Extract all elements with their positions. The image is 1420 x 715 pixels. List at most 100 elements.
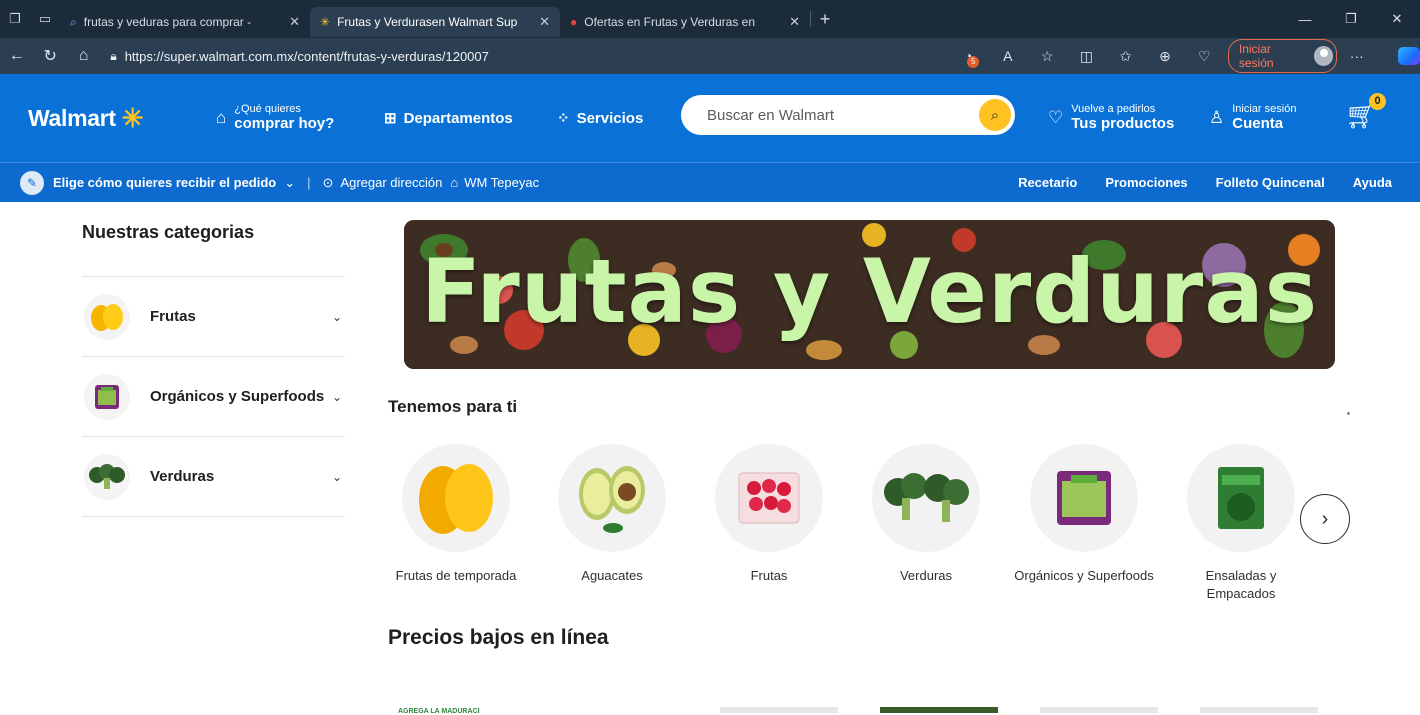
product-card-peek[interactable] xyxy=(880,707,998,713)
shop-home-link[interactable]: ⌂ ¿Qué quieres comprar hoy? xyxy=(216,103,334,133)
tab-walmart-frutas[interactable]: ✳ Frutas y Verdurasen Walmart Sup ✕ xyxy=(310,7,560,37)
shop-big-text: comprar hoy? xyxy=(234,115,335,132)
copilot-icon[interactable] xyxy=(1398,47,1420,65)
back-icon[interactable]: ← xyxy=(0,47,33,65)
divider: | xyxy=(307,175,311,190)
organic-salad-thumbnail xyxy=(84,373,130,420)
product-card-peek[interactable] xyxy=(1200,707,1318,713)
organic-salad-image xyxy=(1030,444,1138,552)
sidebar-title: Nuestras categorias xyxy=(82,222,345,277)
restore-icon[interactable]: ❐ xyxy=(1328,0,1374,38)
ayuda-link[interactable]: Ayuda xyxy=(1353,175,1392,190)
close-icon[interactable]: ✕ xyxy=(289,14,300,30)
read-aloud-icon[interactable]: A xyxy=(988,48,1027,64)
walmart-logo[interactable]: Walmart ✳ xyxy=(28,103,144,133)
add-address-link[interactable]: Agregar dirección xyxy=(340,175,442,190)
spark-icon: ✳ xyxy=(121,103,144,133)
tab-label: Ofertas en Frutas y Verduras en xyxy=(584,15,755,29)
account-big-text: Cuenta xyxy=(1232,115,1284,132)
home-icon[interactable]: ⌂ xyxy=(67,47,100,65)
product-card-peek[interactable] xyxy=(720,707,838,713)
sidebar-item-label: Orgánicos y Superfoods xyxy=(150,388,325,405)
account-link[interactable]: ♙ Iniciar sesión Cuenta xyxy=(1209,103,1296,133)
sidebar-item-organicos[interactable]: Orgánicos y Superfoods ⌄ xyxy=(82,357,345,437)
close-icon[interactable]: ✕ xyxy=(539,14,550,30)
carousel-item-frutas[interactable]: Frutas xyxy=(699,444,839,585)
chevron-down-icon[interactable]: ⌄ xyxy=(332,390,342,404)
extension-icon[interactable]: ◔ 5 xyxy=(949,48,988,68)
browser-address-bar: ← ↻ ⌂ 🔒︎ https://super.walmart.com.mx/co… xyxy=(0,38,1420,74)
favorite-star-icon[interactable]: ☆ xyxy=(1027,48,1066,65)
window-close-icon[interactable]: ✕ xyxy=(1374,0,1420,38)
chevron-down-icon[interactable]: ⌄ xyxy=(284,175,295,191)
new-tab-button[interactable]: + xyxy=(811,9,839,30)
sidebar-item-frutas[interactable]: Frutas ⌄ xyxy=(82,277,345,357)
departments-label: Departamentos xyxy=(403,109,513,127)
tab-search-results[interactable]: ⌕ frutas y veduras para comprar - ✕ xyxy=(60,7,310,37)
banner-title: Frutas y Verduras xyxy=(420,240,1319,343)
favorites-list-icon[interactable]: ✩ xyxy=(1106,48,1145,65)
raspberries-image xyxy=(715,444,823,552)
refresh-icon[interactable]: ↻ xyxy=(33,46,66,66)
carousel-item-organicos[interactable]: Orgánicos y Superfoods xyxy=(1014,444,1154,585)
promociones-link[interactable]: Promociones xyxy=(1105,175,1187,190)
cart-button[interactable]: 🛒︎ 0 xyxy=(1345,93,1386,131)
search-button[interactable]: ⌕ xyxy=(979,99,1011,131)
mango-image xyxy=(402,444,510,552)
tab-label: Frutas y Verdurasen Walmart Sup xyxy=(337,15,518,29)
carousel-item-label: Frutas xyxy=(750,568,788,583)
collections-icon[interactable]: ⊕ xyxy=(1145,48,1184,65)
more-options-icon[interactable]: ··· xyxy=(1337,48,1376,64)
split-screen-icon[interactable]: ◫ xyxy=(1067,48,1106,65)
delivery-selector[interactable]: Elige cómo quieres recibir el pedido xyxy=(53,175,276,190)
tab-actions-icon[interactable]: ▭ xyxy=(30,0,60,38)
chevron-right-icon: › xyxy=(1321,507,1329,530)
chevron-down-icon[interactable]: ⌄ xyxy=(332,310,342,324)
folleto-link[interactable]: Folleto Quincenal xyxy=(1216,175,1325,190)
hero-banner[interactable]: Frutas y Verduras xyxy=(404,220,1335,369)
browser-signin-button[interactable]: Iniciar sesión xyxy=(1227,39,1338,73)
heart-icon: ♡ xyxy=(1048,108,1064,127)
browser-tab-bar: ❐ ▭ ⌕ frutas y veduras para comprar - ✕ … xyxy=(0,0,1420,38)
carousel-item-frutas-temporada[interactable]: Frutas de temporada xyxy=(386,444,526,585)
avatar xyxy=(1313,46,1334,66)
user-icon: ♙ xyxy=(1209,108,1225,127)
chevron-down-icon[interactable]: ⌄ xyxy=(332,470,342,484)
tab-ofertas[interactable]: ● Ofertas en Frutas y Verduras en ✕ xyxy=(560,7,810,37)
minimize-icon[interactable]: — xyxy=(1282,0,1328,38)
sidebar-item-verduras[interactable]: Verduras ⌄ xyxy=(82,437,345,517)
store-link[interactable]: WM Tepeyac xyxy=(464,175,539,190)
grid-icon: ⊞ xyxy=(384,110,397,127)
cart-count-badge: 0 xyxy=(1369,93,1386,110)
extension-badge: 5 xyxy=(967,56,980,68)
carousel-item-verduras[interactable]: Verduras xyxy=(856,444,996,585)
departments-button[interactable]: ⊞ Departamentos xyxy=(384,109,513,128)
store-icon: ⌂ xyxy=(450,175,459,190)
broccoli-image xyxy=(872,444,980,552)
location-pin-icon: ⊙ xyxy=(322,174,334,190)
tab-label: frutas y veduras para comprar - xyxy=(83,15,252,29)
reorder-link[interactable]: ♡ Vuelve a pedirlos Tus productos xyxy=(1048,103,1174,133)
close-icon[interactable]: ✕ xyxy=(789,14,800,30)
browser-essentials-icon[interactable]: ♡ xyxy=(1185,48,1224,65)
carousel-indicator: ▪ xyxy=(1347,409,1350,418)
services-button[interactable]: ⁘ Servicios xyxy=(557,109,643,128)
workspaces-icon[interactable]: ❐ xyxy=(0,0,30,38)
url-field[interactable]: 🔒︎ https://super.walmart.com.mx/content/… xyxy=(110,49,789,64)
broccoli-thumbnail xyxy=(84,453,130,500)
spinach-bag-image xyxy=(1187,444,1295,552)
recetario-link[interactable]: Recetario xyxy=(1018,175,1077,190)
walmart-spark-icon: ✳ xyxy=(320,15,331,29)
carousel-item-label: Frutas de temporada xyxy=(395,568,517,583)
delivery-icon: ✎ xyxy=(20,170,44,195)
carousel-item-ensaladas[interactable]: Ensaladas y Empacados xyxy=(1171,444,1311,603)
search-input[interactable] xyxy=(707,106,947,124)
sidebar-item-label: Verduras xyxy=(150,468,215,485)
fruit-favicon-icon: ● xyxy=(570,15,578,29)
carousel-item-aguacates[interactable]: Aguacates xyxy=(542,444,682,585)
product-card-peek[interactable] xyxy=(1040,707,1158,713)
lock-icon: 🔒︎ xyxy=(110,48,117,63)
home-icon: ⌂ xyxy=(216,108,227,127)
carousel-next-button[interactable]: › xyxy=(1300,494,1350,544)
delivery-bar: ✎ Elige cómo quieres recibir el pedido ⌄… xyxy=(0,162,1420,202)
